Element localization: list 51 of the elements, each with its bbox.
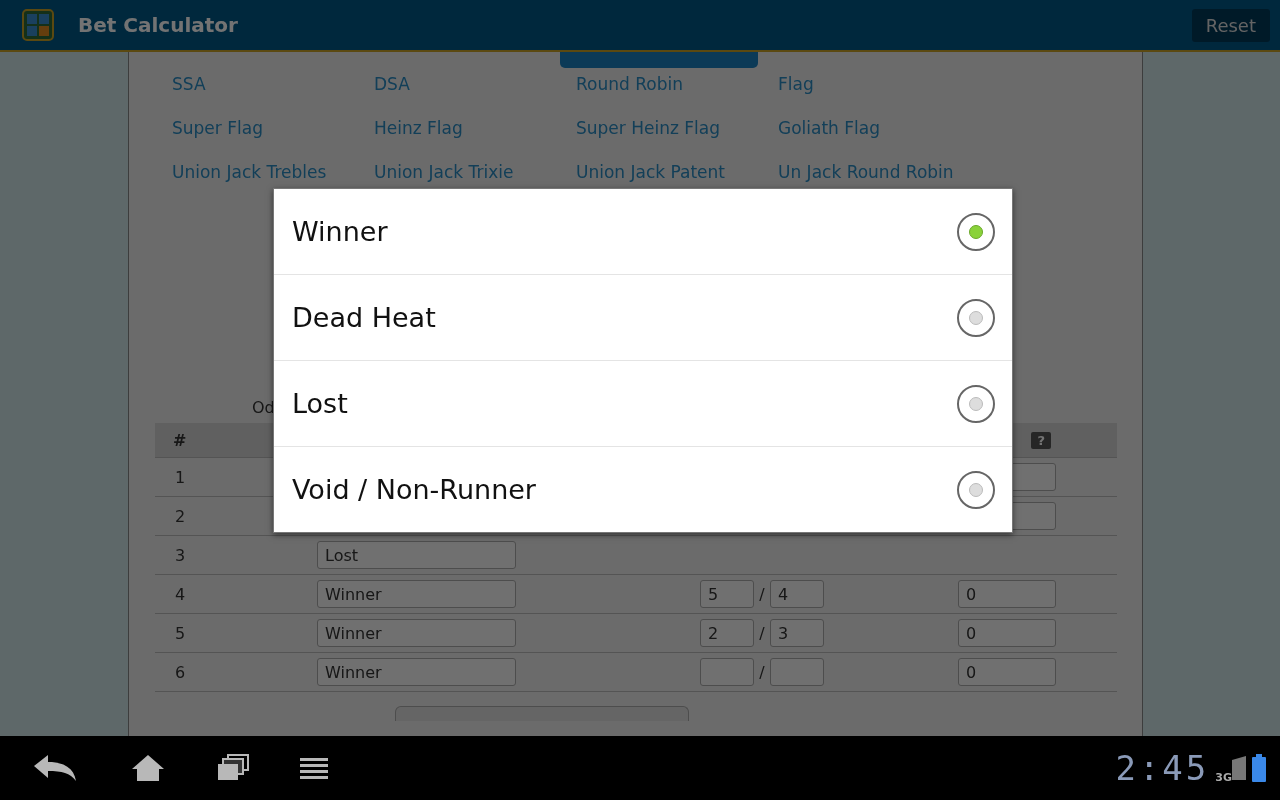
bet-type-link[interactable]: DSA <box>374 62 576 106</box>
input-field[interactable]: 0 <box>958 619 1056 647</box>
battery-icon <box>1252 754 1266 782</box>
bet-type-link[interactable]: Goliath Flag <box>778 106 980 150</box>
input-field[interactable]: 0 <box>958 580 1056 608</box>
odds-field[interactable]: 3 <box>770 619 824 647</box>
menu-icon[interactable] <box>300 757 328 779</box>
clock[interactable]: 2:45 <box>1115 748 1210 788</box>
odds-field[interactable]: 5 <box>700 580 754 608</box>
radio-button[interactable] <box>957 212 995 251</box>
result-field[interactable]: Winner <box>317 580 516 608</box>
odds-field[interactable] <box>700 658 754 686</box>
odds-label: Od <box>252 398 275 417</box>
bet-type-link[interactable]: Round Robin <box>576 62 778 106</box>
row-number: 6 <box>174 662 187 682</box>
radio-button[interactable] <box>957 384 995 423</box>
row-number: 3 <box>174 545 187 565</box>
calculator-app-icon <box>22 9 54 41</box>
result-option[interactable]: Lost <box>274 360 1012 446</box>
odds-field[interactable]: 4 <box>770 580 824 608</box>
result-option[interactable]: Dead Heat <box>274 274 1012 360</box>
reset-button[interactable]: Reset <box>1191 8 1270 42</box>
column-header: # <box>173 430 188 450</box>
bet-type-link[interactable]: Flag <box>778 62 980 106</box>
input-field[interactable]: 0 <box>958 658 1056 686</box>
radio-button[interactable] <box>957 298 995 337</box>
odds-separator: / <box>758 662 766 682</box>
result-option[interactable]: Winner <box>274 189 1012 274</box>
home-icon[interactable] <box>130 753 166 783</box>
row-number: 4 <box>174 584 187 604</box>
odds-field[interactable]: 2 <box>700 619 754 647</box>
row-number: 1 <box>174 467 187 487</box>
result-option[interactable]: Void / Non-Runner <box>274 446 1012 532</box>
odds-separator: / <box>758 623 766 643</box>
row-number: 2 <box>174 506 187 526</box>
app-title: Bet Calculator <box>78 13 239 37</box>
network-label: 3G <box>1215 771 1232 784</box>
recent-apps-icon[interactable] <box>216 754 250 782</box>
odds-field[interactable] <box>770 658 824 686</box>
bet-type-link[interactable]: Super Heinz Flag <box>576 106 778 150</box>
signal-icon <box>1232 756 1246 780</box>
result-field[interactable]: Winner <box>317 658 516 686</box>
odds-separator: / <box>758 584 766 604</box>
result-field[interactable]: Lost <box>317 541 516 569</box>
row-number: 5 <box>174 623 187 643</box>
radio-button[interactable] <box>957 470 995 509</box>
result-field[interactable]: Winner <box>317 619 516 647</box>
help-badge[interactable]: ? <box>1031 431 1051 449</box>
bet-type-link[interactable]: SSA <box>172 62 374 106</box>
bet-type-link[interactable]: Super Flag <box>172 106 374 150</box>
bet-type-link[interactable]: Heinz Flag <box>374 106 576 150</box>
